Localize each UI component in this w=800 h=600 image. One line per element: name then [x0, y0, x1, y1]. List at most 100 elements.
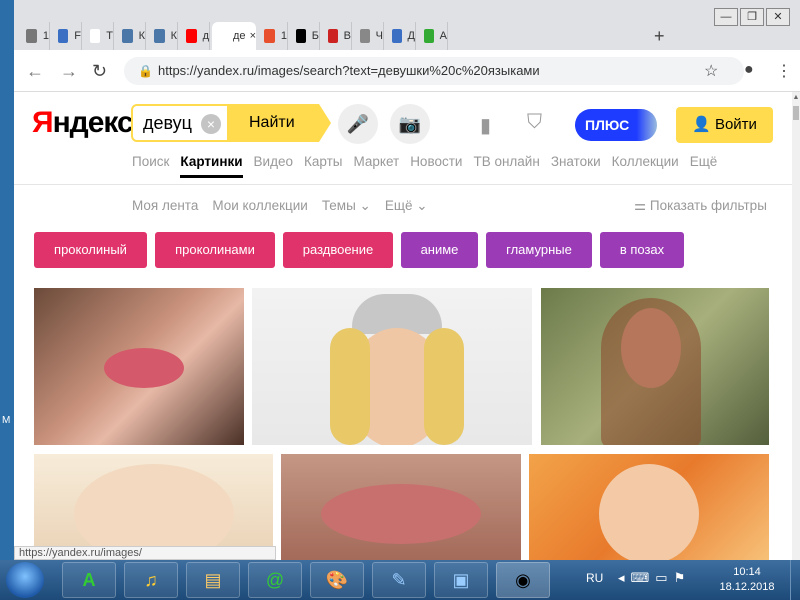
- menu-icon[interactable]: ⋮: [776, 61, 792, 81]
- desktop-background: M: [0, 0, 14, 560]
- service-link[interactable]: Поиск: [132, 154, 169, 178]
- browser-tab[interactable]: К: [116, 22, 146, 50]
- music-icon[interactable]: ♫: [124, 562, 178, 598]
- control-panel-icon[interactable]: ▣: [434, 562, 488, 598]
- service-link[interactable]: Картинки: [180, 154, 243, 178]
- browser-tab[interactable]: К: [148, 22, 178, 50]
- system-tray[interactable]: ◂⌨▭⚑: [618, 570, 691, 586]
- find-button-arrow: [319, 104, 331, 142]
- login-button[interactable]: 👤 Войти: [676, 107, 773, 143]
- plus-button[interactable]: ПЛЮС: [575, 109, 657, 141]
- start-button[interactable]: [6, 562, 44, 598]
- red-badge-icon: [328, 29, 338, 43]
- address-bar[interactable]: 🔒 https://yandex.ru/images/search?text=д…: [124, 57, 744, 85]
- camera-search-icon[interactable]: 📷: [390, 104, 430, 144]
- images-subnav: Моя лента Мои коллекции Темы ⌄ Ещё ⌄: [132, 198, 442, 214]
- image-tile[interactable]: [34, 288, 244, 445]
- collections-bookmark-icon[interactable]: ▮: [480, 113, 491, 138]
- tab-label: Б: [311, 30, 319, 42]
- find-button[interactable]: Найти: [227, 104, 319, 142]
- query-chip[interactable]: в позах: [600, 232, 684, 268]
- browser-tab[interactable]: Д: [386, 22, 416, 50]
- query-chip[interactable]: проколиный: [34, 232, 147, 268]
- forward-icon[interactable]: →: [60, 61, 78, 82]
- app-a-icon[interactable]: A: [62, 562, 116, 598]
- microphone-icon[interactable]: 🎤: [338, 104, 378, 144]
- scroll-up-icon[interactable]: ▲: [792, 94, 800, 101]
- close-window-button[interactable]: ✕: [766, 8, 790, 26]
- service-link[interactable]: Ещё: [690, 154, 718, 178]
- show-filters-button[interactable]: ⚌ Показать фильтры: [634, 198, 767, 214]
- query-chip[interactable]: гламурные: [486, 232, 592, 268]
- query-chip[interactable]: раздвоение: [283, 232, 393, 268]
- service-link[interactable]: Коллекции: [612, 154, 679, 178]
- subnav-link[interactable]: Темы ⌄: [322, 198, 371, 214]
- image-tile[interactable]: [281, 454, 521, 560]
- image-content: [104, 348, 184, 388]
- logo-text: Я: [32, 106, 54, 139]
- image-tile[interactable]: [34, 454, 273, 560]
- subnav-link[interactable]: Моя лента: [132, 198, 198, 214]
- back-icon[interactable]: ←: [26, 61, 44, 82]
- maximize-button[interactable]: ❐: [740, 8, 764, 26]
- tab-label: К: [138, 30, 145, 42]
- service-link[interactable]: Карты: [304, 154, 342, 178]
- new-tab-button[interactable]: +: [654, 26, 665, 47]
- subnav-link[interactable]: Мои коллекции: [212, 198, 307, 214]
- service-link[interactable]: ТВ онлайн: [473, 154, 539, 178]
- browser-tab[interactable]: F: [52, 22, 82, 50]
- person-icon: [360, 29, 370, 43]
- minimize-button[interactable]: —: [714, 8, 738, 26]
- image-tile[interactable]: [529, 454, 769, 560]
- runner-icon: [296, 29, 306, 43]
- tab-label: В: [343, 30, 351, 42]
- page-scrollbar[interactable]: ▲: [792, 92, 800, 560]
- status-url: https://yandex.ru/images/: [14, 546, 276, 560]
- service-link[interactable]: Знатоки: [551, 154, 601, 178]
- clock[interactable]: 10:14 18.12.2018: [718, 565, 776, 595]
- image-content: [424, 328, 464, 445]
- image-content: [601, 298, 701, 445]
- windows-taskbar: A ♫ ▤ @ 🎨 ✎ ▣ ◉ RU ◂⌨▭⚑ 10:14 18.12.2018: [0, 560, 800, 600]
- browser-tab-bar: 1 F T К Кд де × 1 Б В Ч Д А + — ❐ ✕: [14, 0, 800, 50]
- browser-tab[interactable]: Ч: [354, 22, 384, 50]
- service-link[interactable]: Видео: [254, 154, 293, 178]
- paint-icon[interactable]: 🎨: [310, 562, 364, 598]
- browser-tab[interactable]: де ×: [212, 22, 256, 50]
- clear-icon[interactable]: ×: [201, 114, 221, 134]
- notepad-icon[interactable]: ✎: [372, 562, 426, 598]
- show-desktop-button[interactable]: [790, 560, 800, 600]
- explorer-icon[interactable]: ▤: [186, 562, 240, 598]
- scroll-thumb[interactable]: [793, 106, 799, 120]
- browser-tab[interactable]: 1: [258, 22, 288, 50]
- yandex-images-icon: [218, 29, 228, 43]
- subnav-link[interactable]: Ещё ⌄: [385, 198, 428, 214]
- service-link[interactable]: Маркет: [353, 154, 399, 178]
- image-tile[interactable]: [541, 288, 769, 445]
- browser-tab[interactable]: В: [322, 22, 352, 50]
- shield-icon[interactable]: ⛉: [527, 111, 542, 134]
- document-icon: [26, 29, 37, 43]
- browser-tab[interactable]: Б: [290, 22, 320, 50]
- query-chip[interactable]: аниме: [401, 232, 478, 268]
- pause-icon: [58, 29, 69, 43]
- image-content: [321, 484, 481, 544]
- mail-icon[interactable]: @: [248, 562, 302, 598]
- yandex-logo[interactable]: Яндекс: [32, 106, 134, 140]
- logo-text-rest: ндекс: [52, 106, 134, 139]
- browser-tab[interactable]: А: [418, 22, 448, 50]
- chrome-icon[interactable]: ◉: [496, 562, 550, 598]
- browser-tab[interactable]: 1: [20, 22, 50, 50]
- close-tab-icon[interactable]: ×: [250, 30, 256, 42]
- browser-tab[interactable]: д: [180, 22, 210, 50]
- profile-icon[interactable]: ●: [744, 61, 754, 79]
- language-indicator[interactable]: RU: [586, 571, 603, 585]
- tab-label: F: [74, 30, 81, 42]
- service-link[interactable]: Новости: [410, 154, 462, 178]
- tab-label: А: [439, 30, 447, 42]
- star-icon[interactable]: ☆: [704, 61, 718, 81]
- browser-tab[interactable]: T: [84, 22, 114, 50]
- image-tile[interactable]: [252, 288, 532, 445]
- reload-icon[interactable]: ↻: [92, 61, 107, 82]
- query-chip[interactable]: проколинами: [155, 232, 275, 268]
